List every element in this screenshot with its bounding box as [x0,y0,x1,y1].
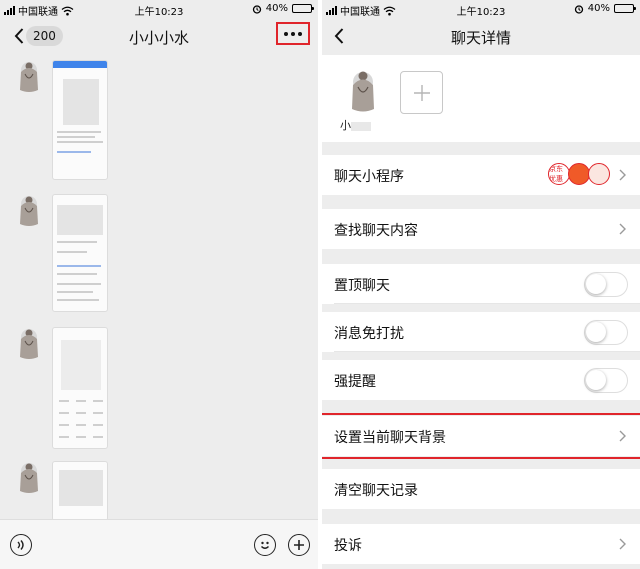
pin-chat-toggle[interactable] [584,272,628,297]
pin-chat-row: 置顶聊天 [322,264,640,304]
mini-programs-label: 聊天小程序 [334,169,404,185]
mini-program-icon [588,163,610,185]
avatar[interactable] [346,69,380,113]
report-row[interactable]: 投诉 [322,524,640,564]
chevron-right-icon [619,169,626,181]
more-button[interactable] [276,22,310,45]
mute-toggle[interactable] [584,320,628,345]
reminder-label: 强提醒 [334,374,376,390]
plus-circle-icon[interactable] [288,534,310,556]
image-message[interactable] [52,60,108,180]
details-title: 聊天详情 [450,29,511,47]
chat-input-bar [0,519,318,569]
chevron-right-icon [619,223,626,235]
battery-icon [292,4,314,13]
chat-background-row[interactable]: 设置当前聊天背景 [322,413,640,459]
chat-background-label: 设置当前聊天背景 [334,430,446,446]
chevron-right-icon [619,430,626,442]
pin-chat-label: 置顶聊天 [334,278,390,294]
members-section: 小 [322,55,640,142]
image-message[interactable] [52,327,108,449]
mute-label: 消息免打扰 [334,326,404,342]
clear-history-row[interactable]: 清空聊天记录 [322,469,640,509]
chat-nav-bar: 200 小小小水 [0,18,318,54]
member-name: 小 [340,117,371,133]
image-message[interactable] [52,194,108,312]
avatar[interactable] [15,327,43,361]
voice-icon[interactable] [10,534,32,556]
battery-percent: 40% [587,3,610,14]
alarm-icon [574,4,583,14]
mini-program-icons: 京东优惠 [548,163,610,185]
chat-details-screen: 中国联通 上午10:23 40% 聊天详情 小 聊天小程序 京东优惠 查找聊天内… [322,0,640,569]
add-member-button[interactable] [400,71,443,114]
status-bar: 中国联通 上午10:23 40% [0,0,318,18]
avatar[interactable] [15,461,43,495]
reminder-toggle[interactable] [584,368,628,393]
chevron-right-icon [619,538,626,550]
status-bar: 中国联通 上午10:23 40% [322,0,640,18]
search-chat-label: 查找聊天内容 [334,223,418,239]
search-chat-row[interactable]: 查找聊天内容 [322,209,640,249]
alarm-icon [252,4,261,14]
chat-title: 小小小水 [128,29,189,47]
plus-icon [413,84,430,101]
mute-row: 消息免打扰 [322,312,640,352]
avatar[interactable] [15,194,43,228]
battery-percent: 40% [265,3,288,14]
avatar[interactable] [15,60,43,94]
mini-program-icon [568,163,590,185]
emoji-icon[interactable] [254,534,276,556]
clear-history-label: 清空聊天记录 [334,483,418,499]
report-label: 投诉 [334,538,362,554]
details-nav-bar: 聊天详情 [322,18,640,54]
ellipsis-icon [284,31,288,36]
mini-program-icon: 京东优惠 [548,163,570,185]
image-message[interactable] [52,461,108,521]
reminder-row: 强提醒 [322,360,640,400]
battery-icon [614,4,636,13]
chat-screen: 中国联通 上午10:23 40% 200 小小小水 [0,0,318,569]
mini-programs-row[interactable]: 聊天小程序 京东优惠 [322,155,640,195]
